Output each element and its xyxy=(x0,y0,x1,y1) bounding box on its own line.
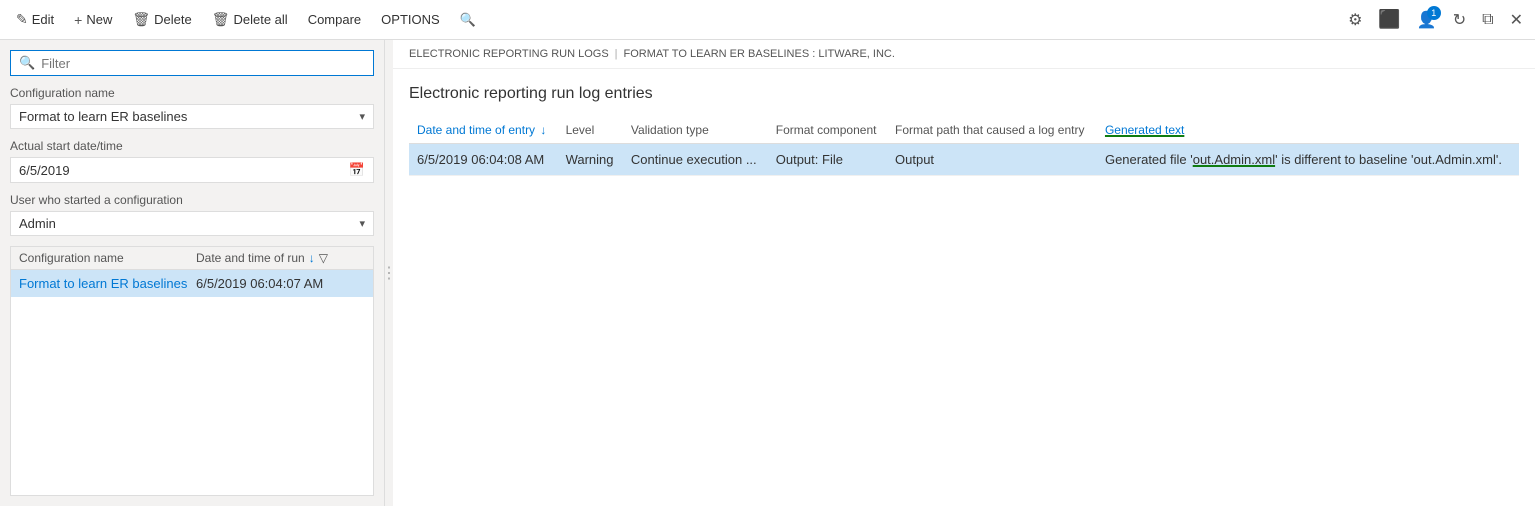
cell-format-component: Output: File xyxy=(768,144,887,176)
notification-badge: 1 xyxy=(1427,6,1441,20)
col-validation-type[interactable]: Validation type xyxy=(623,117,768,144)
right-content: Electronic reporting run log entries Dat… xyxy=(393,69,1535,506)
notification-button[interactable]: 👤 1 xyxy=(1413,6,1441,34)
delete-all-icon: 🗑 xyxy=(212,11,230,28)
log-list-header: Configuration name Date and time of run … xyxy=(11,247,373,270)
start-date-field: Actual start date/time 6/5/2019 📅 xyxy=(10,139,374,183)
delete-button[interactable]: 🗑 Delete xyxy=(124,7,199,32)
filter-input[interactable] xyxy=(41,56,365,71)
log-list-row[interactable]: Format to learn ER baselines 6/5/2019 06… xyxy=(11,270,373,297)
delete-icon: 🗑 xyxy=(132,11,150,28)
log-col1-header: Configuration name xyxy=(19,251,188,265)
generated-text-underline: out.Admin.xml xyxy=(1193,152,1275,167)
right-panel: ELECTRONIC REPORTING RUN LOGS | FORMAT T… xyxy=(393,40,1535,506)
edit-icon: ✎ xyxy=(16,11,28,28)
log-list: Configuration name Date and time of run … xyxy=(10,246,374,496)
cell-level: Warning xyxy=(558,144,623,176)
config-name-dropdown[interactable]: Format to learn ER baselines ▾ xyxy=(10,104,374,129)
search-toolbar-icon: 🔍 xyxy=(460,12,476,28)
plus-icon: + xyxy=(74,12,82,28)
cell-generated-text: Generated file 'out.Admin.xml' is differ… xyxy=(1097,144,1519,176)
date-sort-icon: ↓ xyxy=(540,123,546,137)
search-toolbar-button[interactable]: 🔍 xyxy=(452,8,484,32)
delete-all-button[interactable]: 🗑 Delete all xyxy=(204,7,296,32)
config-name-chevron-icon: ▾ xyxy=(359,110,365,123)
cell-validation-type: Continue execution ... xyxy=(623,144,768,176)
close-button[interactable]: ✕ xyxy=(1506,6,1527,34)
col-date-time[interactable]: Date and time of entry ↓ xyxy=(409,117,558,144)
main-layout: 🔍 Configuration name Format to learn ER … xyxy=(0,40,1535,506)
log-row-config-name: Format to learn ER baselines xyxy=(19,276,188,291)
options-button[interactable]: OPTIONS xyxy=(373,8,448,31)
edit-button[interactable]: ✎ Edit xyxy=(8,7,62,32)
table-header: Date and time of entry ↓ Level Validatio… xyxy=(409,117,1519,144)
breadcrumb: ELECTRONIC REPORTING RUN LOGS | FORMAT T… xyxy=(393,40,1535,69)
user-label: User who started a configuration xyxy=(10,193,374,207)
cell-format-path: Output xyxy=(887,144,1097,176)
start-date-label: Actual start date/time xyxy=(10,139,374,153)
left-panel: 🔍 Configuration name Format to learn ER … xyxy=(0,40,385,506)
filter-search-icon: 🔍 xyxy=(19,55,35,71)
table-body: 6/5/2019 06:04:08 AM Warning Continue ex… xyxy=(409,144,1519,176)
filter-box[interactable]: 🔍 xyxy=(10,50,374,76)
config-name-field: Configuration name Format to learn ER ba… xyxy=(10,86,374,129)
log-col2-filter-icon[interactable]: ▽ xyxy=(319,251,328,265)
toolbar-right: ⚙ ⬛ 👤 1 ↻ ⧉ ✕ xyxy=(1344,5,1527,34)
start-date-input[interactable]: 6/5/2019 📅 xyxy=(10,157,374,183)
settings-icon-button[interactable]: ⚙ xyxy=(1344,6,1366,34)
log-col2-header: Date and time of run ↓ ▽ xyxy=(196,251,365,265)
cell-date-time: 6/5/2019 06:04:08 AM xyxy=(409,144,558,176)
user-dropdown[interactable]: Admin ▾ xyxy=(10,211,374,236)
refresh-button[interactable]: ↻ xyxy=(1449,6,1470,34)
col-generated-text[interactable]: Generated text xyxy=(1097,117,1519,144)
breadcrumb-part1: ELECTRONIC REPORTING RUN LOGS xyxy=(409,48,609,60)
breadcrumb-sep: | xyxy=(615,48,618,60)
table-row[interactable]: 6/5/2019 06:04:08 AM Warning Continue ex… xyxy=(409,144,1519,176)
col-level[interactable]: Level xyxy=(558,117,623,144)
log-col2-sort-icon: ↓ xyxy=(309,251,315,265)
col-format-path[interactable]: Format path that caused a log entry xyxy=(887,117,1097,144)
breadcrumb-part2: FORMAT TO LEARN ER BASELINES : LITWARE, … xyxy=(624,48,895,60)
office-icon: ⬛ xyxy=(1378,9,1400,29)
calendar-icon: 📅 xyxy=(349,162,365,178)
new-button[interactable]: + New xyxy=(66,8,120,32)
resize-handle[interactable]: ⋮ xyxy=(385,40,393,506)
log-row-datetime: 6/5/2019 06:04:07 AM xyxy=(196,276,365,291)
data-table: Date and time of entry ↓ Level Validatio… xyxy=(409,117,1519,176)
user-field: User who started a configuration Admin ▾ xyxy=(10,193,374,236)
compare-button[interactable]: Compare xyxy=(300,8,369,31)
col-format-component[interactable]: Format component xyxy=(768,117,887,144)
office-icon-button[interactable]: ⬛ xyxy=(1374,5,1404,34)
user-chevron-icon: ▾ xyxy=(359,217,365,230)
section-title: Electronic reporting run log entries xyxy=(409,85,1519,103)
config-name-label: Configuration name xyxy=(10,86,374,100)
open-in-new-button[interactable]: ⧉ xyxy=(1478,7,1497,33)
toolbar: ✎ Edit + New 🗑 Delete 🗑 Delete all Compa… xyxy=(0,0,1535,40)
